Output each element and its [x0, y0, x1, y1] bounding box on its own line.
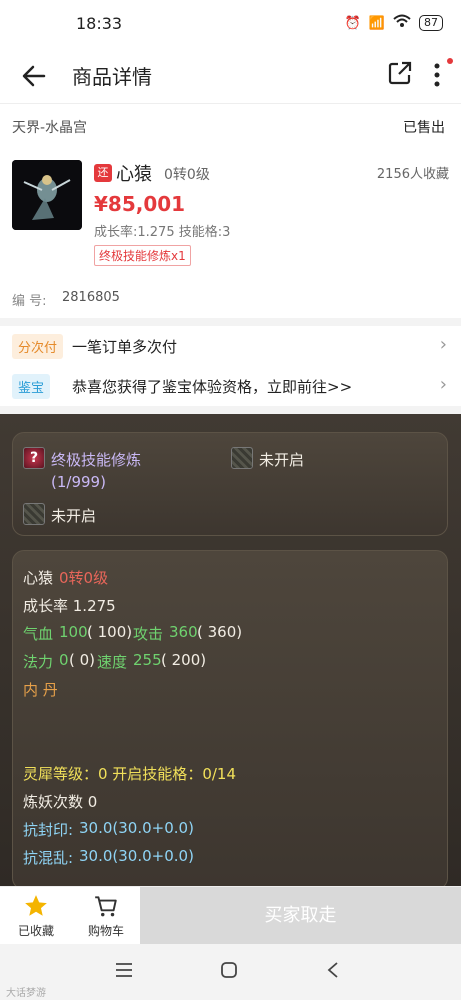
mp-label: 法力 — [23, 653, 54, 671]
appraisal-badge: 鉴宝 — [12, 374, 51, 399]
product-price: ¥85,001 — [94, 192, 186, 216]
serial-number: 2816805 — [62, 290, 120, 305]
inner-core-label: 内 丹 — [23, 681, 58, 699]
server-name: 天界-水晶宫 — [12, 120, 88, 136]
skill-tag: 终极技能修炼x1 — [94, 245, 191, 266]
installment-badge: 分次付 — [12, 334, 64, 359]
favorites-count: 2156人收藏 — [376, 167, 449, 182]
skill-slot-locked: 未开启 — [51, 507, 97, 525]
back-nav-icon[interactable] — [326, 961, 340, 979]
spd-value: 255 — [133, 651, 162, 669]
server-row: 天界-水晶宫 已售出 — [0, 104, 461, 148]
chevron-right-icon: › — [439, 374, 447, 395]
hp-base: ( 100) — [87, 623, 133, 641]
ultimate-skill-icon[interactable]: ? — [23, 447, 45, 469]
pet-thumbnail[interactable] — [12, 160, 82, 230]
pet-level: 0转0级 — [59, 569, 109, 587]
attribute-panel: 心猿 0转0级 成长率 1.275 气血 100 ( 100) 攻击 360 (… — [12, 550, 448, 890]
return-tag: 还 — [94, 164, 112, 182]
installment-row[interactable]: 分次付 一笔订单多次付 › — [0, 326, 461, 366]
hp-label: 气血 — [23, 625, 54, 643]
battery-icon: 87 — [419, 15, 443, 31]
atk-value: 360 — [169, 623, 198, 641]
notification-dot — [447, 58, 453, 64]
system-nav-bar: 大话梦游 — [0, 944, 461, 1000]
skill-count: (1/999) — [51, 473, 106, 491]
locked-skill-icon[interactable] — [23, 503, 45, 525]
resist-chaos-label: 抗混乱: — [23, 849, 74, 867]
atk-base: ( 360) — [197, 623, 243, 641]
resist-seal-value: 30.0(30.0+0.0) — [79, 819, 194, 837]
mp-value: 0 — [59, 651, 69, 669]
cart-label: 购物车 — [87, 924, 124, 938]
watermark: 大话梦游 — [6, 988, 46, 999]
resist-chaos-value: 30.0(30.0+0.0) — [79, 847, 194, 865]
hp-value: 100 — [59, 623, 88, 641]
cart-button[interactable]: 购物车 — [76, 893, 136, 939]
bottom-bar: 已收藏 购物车 买家取走 — [0, 886, 461, 945]
growth-rate: 成长率 1.275 — [23, 597, 116, 615]
home-icon[interactable] — [220, 961, 238, 979]
spd-base: ( 200) — [161, 651, 207, 669]
status-bar: 18:33 ⏰ 📶 87 — [0, 0, 461, 48]
skill-name: 终极技能修炼 — [51, 451, 142, 469]
wifi-icon — [393, 14, 411, 32]
installment-text: 一笔订单多次付 — [72, 338, 178, 356]
pet-name: 心猿 — [23, 569, 54, 587]
star-icon — [25, 895, 47, 916]
back-arrow-icon[interactable] — [18, 60, 50, 92]
signal-icon: 📶 — [368, 15, 385, 31]
spd-label: 速度 — [97, 653, 128, 671]
status-icons: ⏰ 📶 87 — [345, 14, 443, 32]
refine-count: 炼妖次数 0 — [23, 793, 98, 811]
alarm-icon: ⏰ — [344, 15, 361, 31]
status-time: 18:33 — [76, 14, 123, 33]
skill-panel: ? 终极技能修炼 (1/999) 未开启 未开启 — [12, 432, 448, 536]
share-icon[interactable] — [387, 60, 413, 86]
appraisal-text: 恭喜您获得了鉴宝体验资格，立即前往>> — [72, 378, 353, 396]
collect-button[interactable]: 已收藏 — [6, 893, 66, 939]
product-stats: 成长率:1.275 技能格:3 — [94, 225, 231, 240]
game-info-panel: ? 终极技能修炼 (1/999) 未开启 未开启 心猿 0转0级 成长率 1.2… — [0, 414, 461, 890]
page-title: 商品详情 — [72, 65, 152, 89]
product-card: 还 心猿 0转0级 2156人收藏 ¥85,001 成长率:1.275 技能格:… — [0, 148, 461, 318]
appraisal-row[interactable]: 鉴宝 恭喜您获得了鉴宝体验资格，立即前往>> › — [0, 366, 461, 406]
serial-label: 编 号: — [12, 294, 47, 309]
skill-slot-locked: 未开启 — [259, 451, 305, 469]
cart-icon — [95, 896, 117, 917]
atk-label: 攻击 — [133, 625, 164, 643]
sold-status: 已售出 — [403, 120, 445, 136]
menu-icon[interactable] — [114, 962, 134, 978]
more-options-icon[interactable] — [429, 60, 445, 90]
locked-skill-icon[interactable] — [231, 447, 253, 469]
resist-seal-label: 抗封印: — [23, 821, 74, 839]
header: 商品详情 — [0, 48, 461, 104]
mp-base: ( 0) — [69, 651, 96, 669]
lingxi-level: 灵犀等级：0 开启技能格：0/14 — [23, 765, 236, 783]
buyer-taken-button[interactable]: 买家取走 — [140, 887, 461, 945]
collect-label: 已收藏 — [17, 924, 54, 938]
product-level: 0转0级 — [164, 167, 210, 183]
chevron-right-icon: › — [439, 334, 447, 355]
product-name: 心猿 — [116, 164, 152, 185]
